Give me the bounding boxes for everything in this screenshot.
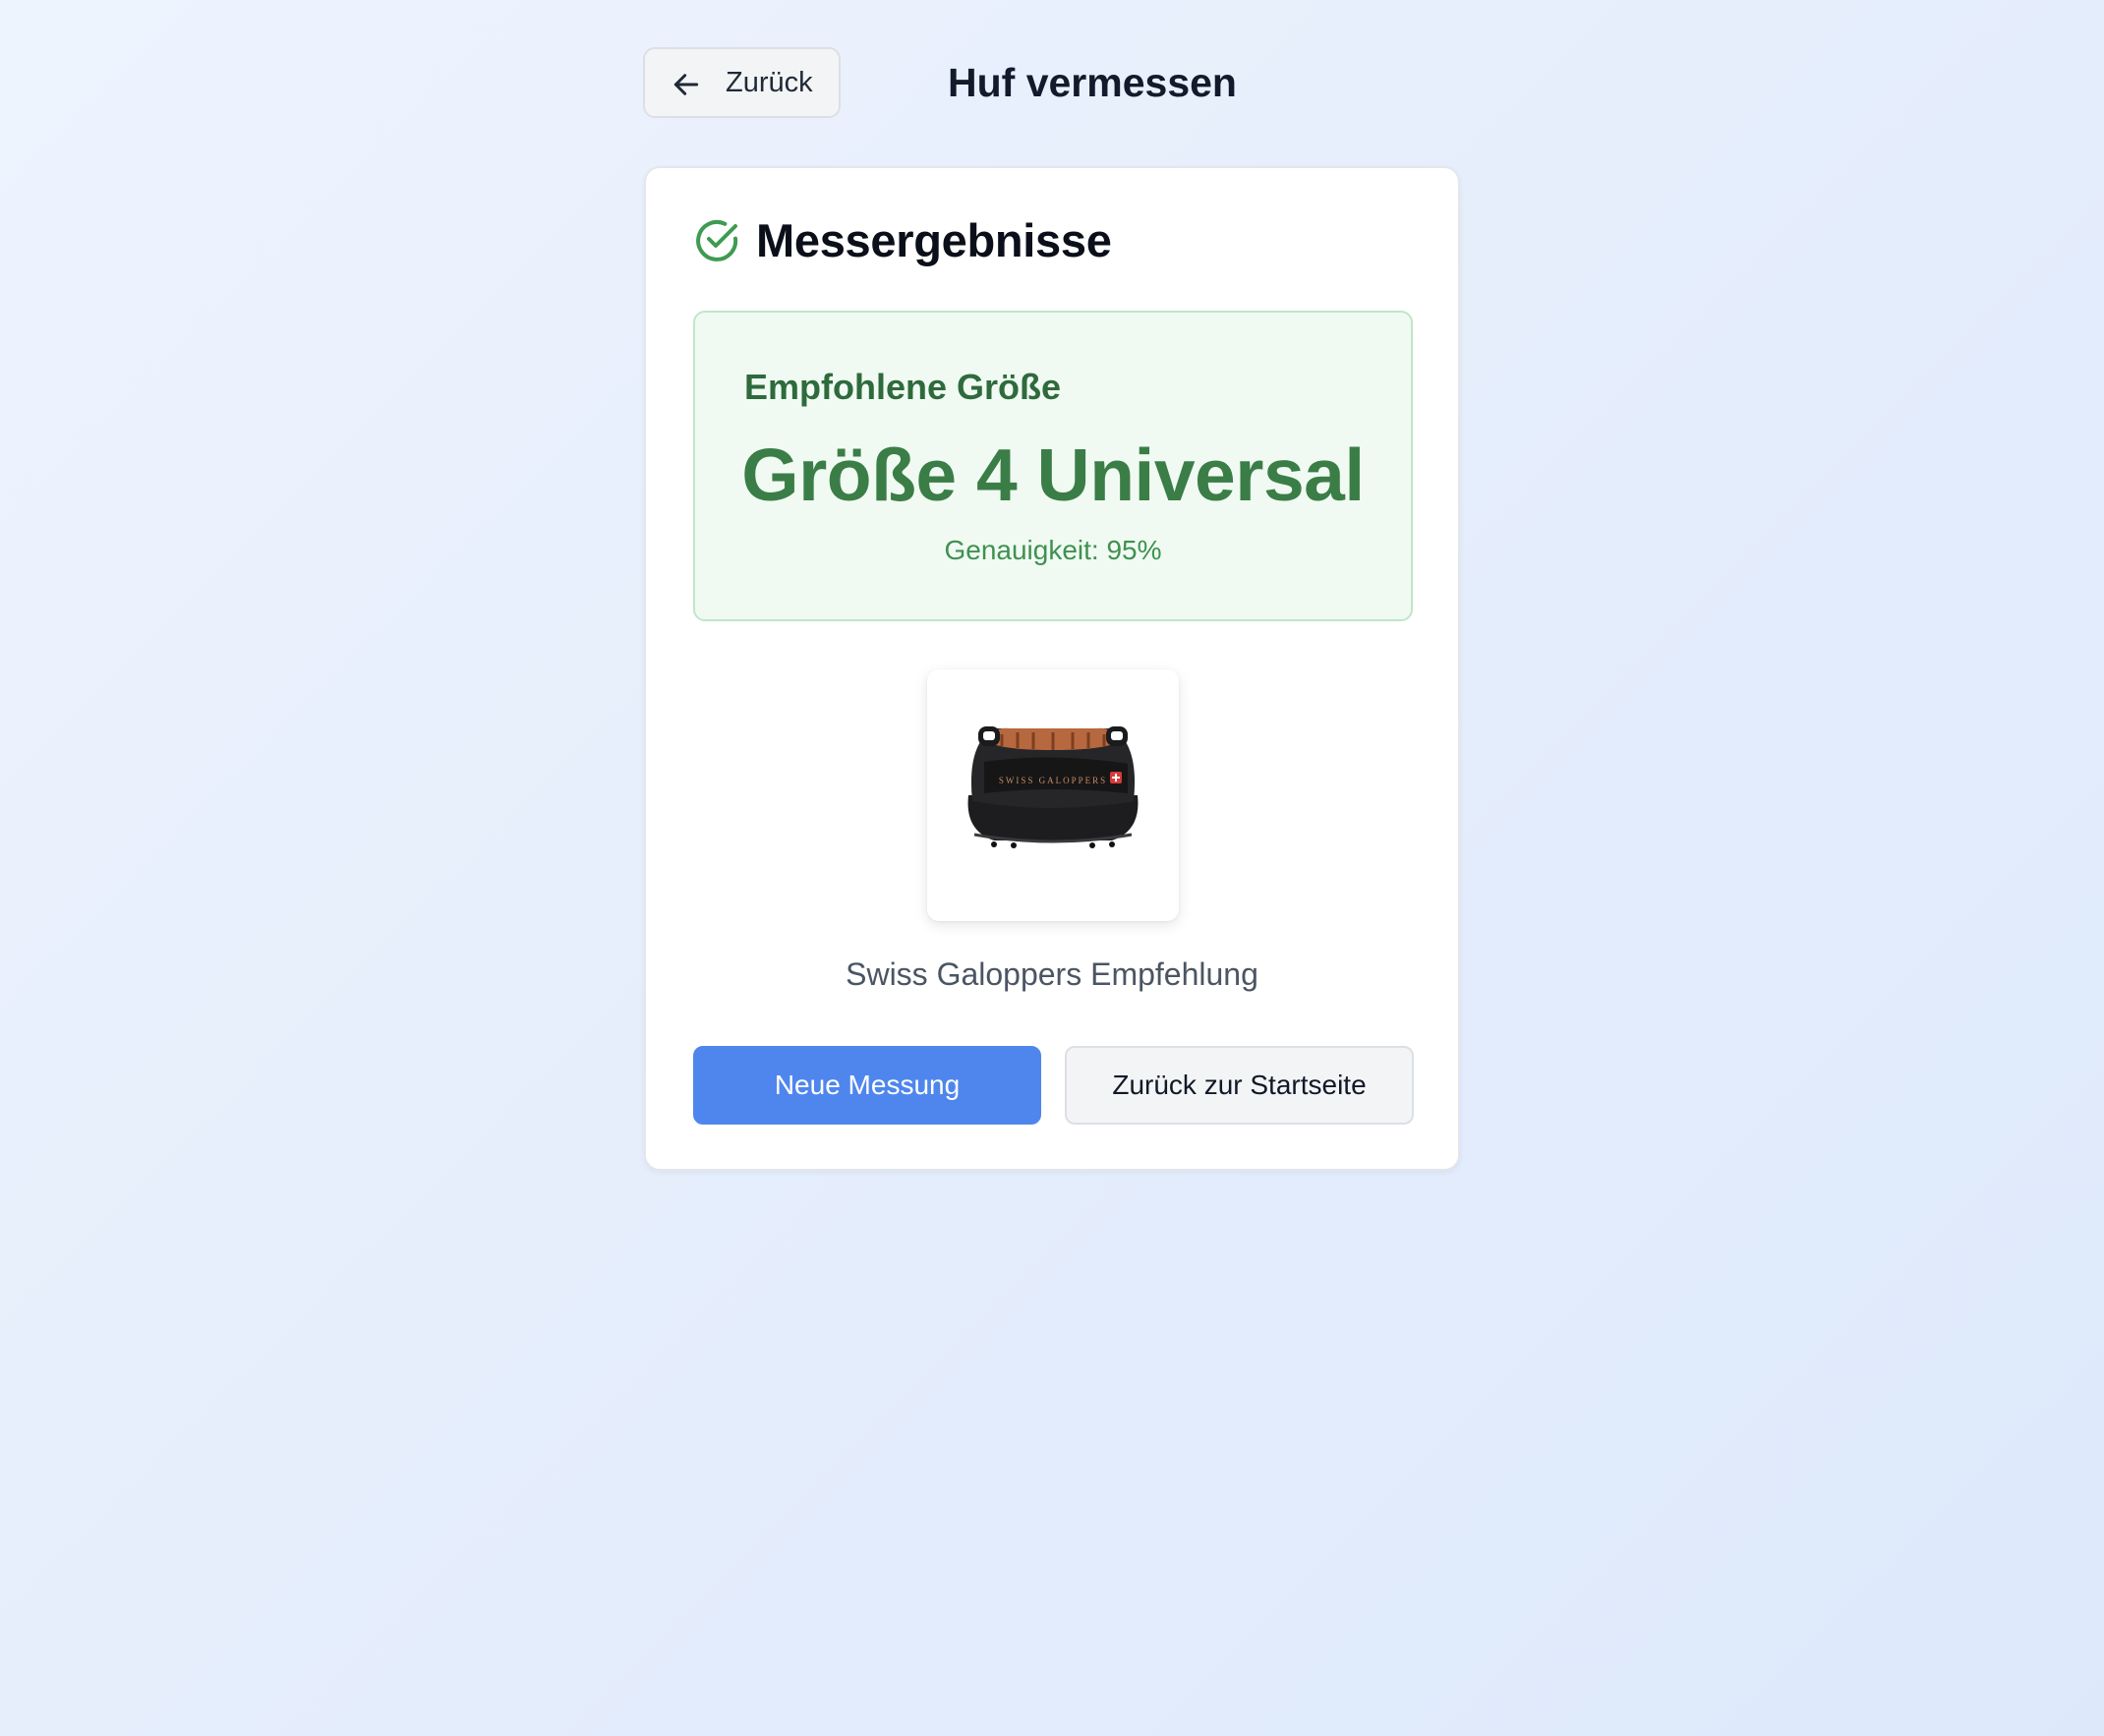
- arrow-left-icon: [673, 74, 699, 95]
- back-to-home-button[interactable]: Zurück zur Startseite: [1065, 1046, 1414, 1125]
- accuracy-text: Genauigkeit: 95%: [944, 535, 1162, 565]
- hoof-boot-image: SWISS GALOPPERS: [967, 726, 1139, 848]
- recommended-size-box: Empfohlene Größe Größe 4 Universal Genau…: [693, 311, 1413, 621]
- recommended-size-value: Größe 4 Universal: [741, 434, 1365, 516]
- recommended-size-label: Empfohlene Größe: [744, 367, 1062, 407]
- card-title: Messergebnisse: [756, 214, 1112, 266]
- back-button-label: Zurück: [726, 67, 813, 98]
- page: Zurück Huf vermessen Messergebnisse Empf…: [0, 0, 2104, 1736]
- new-measurement-button[interactable]: Neue Messung: [693, 1046, 1041, 1125]
- product-brand-text: SWISS GALOPPERS: [999, 776, 1107, 785]
- product-caption: Swiss Galoppers Empfehlung: [846, 956, 1258, 992]
- product-image: SWISS GALOPPERS: [927, 669, 1179, 921]
- page-title: Huf vermessen: [948, 60, 1237, 105]
- back-button[interactable]: Zurück: [643, 47, 841, 118]
- check-circle-icon: [696, 219, 738, 261]
- results-card: Messergebnisse Empfohlene Größe Größe 4 …: [644, 166, 1460, 1171]
